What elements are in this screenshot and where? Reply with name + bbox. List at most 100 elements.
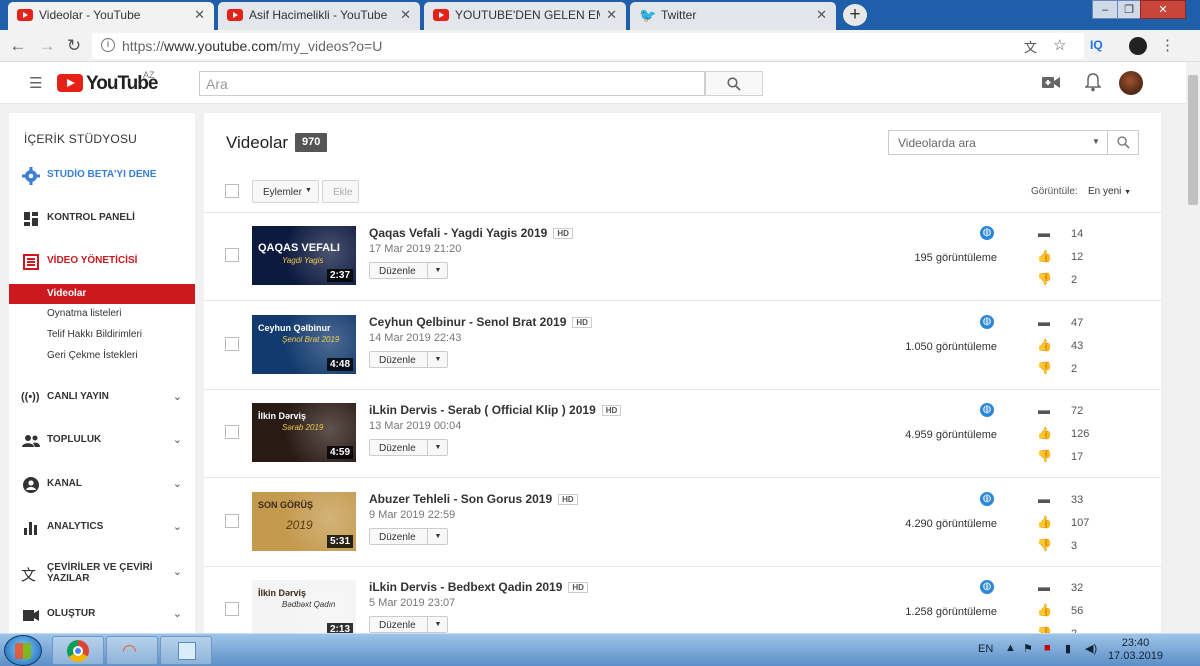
public-globe-icon[interactable]: ◍ bbox=[980, 491, 994, 506]
public-globe-icon[interactable]: ◍ bbox=[980, 226, 994, 240]
row-checkbox[interactable] bbox=[225, 425, 239, 439]
sidebar-sub-copyright[interactable]: Telif Hakkı Bildirimleri bbox=[9, 325, 195, 345]
tab-asif[interactable]: Asif Hacimelikli - YouTube ✕ bbox=[218, 2, 420, 30]
row-checkbox[interactable] bbox=[225, 602, 239, 616]
sidebar-sub-videolar[interactable]: Videolar bbox=[9, 284, 195, 304]
add-button[interactable]: Ekle bbox=[322, 180, 359, 203]
like-icon: 👍 bbox=[1037, 514, 1052, 529]
reload-icon[interactable]: ↻ bbox=[63, 36, 85, 56]
search-input[interactable]: Ara bbox=[199, 71, 705, 96]
sidebar-item-studio-beta[interactable]: STUDİO BETA'YI DENE bbox=[9, 164, 195, 188]
close-icon[interactable]: ✕ bbox=[194, 7, 205, 23]
start-button[interactable] bbox=[4, 635, 42, 666]
sort-dropdown[interactable]: En yeni ▼ bbox=[1088, 186, 1131, 197]
taskbar-app-3[interactable] bbox=[160, 636, 212, 665]
sidebar-sub-retractions[interactable]: Geri Çekme İstekleri bbox=[9, 346, 195, 366]
sidebar-item-video-manager[interactable]: VİDEO YÖNETİCİSİ bbox=[9, 250, 195, 274]
video-title[interactable]: Ceyhun Qelbinur - Senol Brat 2019 HD bbox=[369, 315, 592, 329]
search-icon[interactable] bbox=[1117, 136, 1130, 149]
video-title[interactable]: iLkin Dervis - Bedbext Qadin 2019 HD bbox=[369, 580, 588, 594]
action-center-flag-icon[interactable]: ⚑ bbox=[1023, 642, 1033, 655]
tray-app-icon[interactable]: ■ bbox=[1044, 642, 1051, 654]
system-clock[interactable]: 23:40 17.03.2019 bbox=[1108, 637, 1163, 663]
keyboard-language[interactable]: EN bbox=[978, 643, 993, 655]
sidebar-item-analytics[interactable]: ANALYTICS ⌄ bbox=[9, 516, 195, 540]
sidebar-item-live[interactable]: ((•)) CANLI YAYIN ⌄ bbox=[9, 386, 195, 410]
upload-camera-icon[interactable] bbox=[1042, 76, 1060, 89]
sidebar-item-create[interactable]: OLUŞTUR ⌄ bbox=[9, 603, 195, 627]
studio-sidebar: İÇERİK STÜDYOSU STUDİO BETA'YI DENE KONT… bbox=[9, 113, 195, 633]
sidebar-item-community[interactable]: TOPLULUK ⌄ bbox=[9, 429, 195, 453]
edit-button[interactable]: Düzenle ▼ bbox=[369, 439, 448, 456]
row-checkbox[interactable] bbox=[225, 513, 239, 528]
video-thumbnail[interactable]: Ceyhun Qəlbinur Şenol Brat 2019 4:48 bbox=[252, 314, 356, 374]
menu-dots-icon[interactable]: ⋮ bbox=[1160, 36, 1175, 54]
dropdown-arrow-icon[interactable]: ▼ bbox=[1092, 137, 1100, 146]
comment-count: 14 bbox=[1071, 228, 1084, 240]
iq-extension-icon[interactable]: IQ bbox=[1090, 38, 1103, 52]
video-thumbnail[interactable]: SON GÖRÜŞ 2019 5:31 bbox=[252, 491, 356, 551]
edit-button[interactable]: Düzenle ▼ bbox=[369, 262, 448, 279]
video-thumbnail[interactable]: İlkin Dərviş Sərab 2019 4:59 bbox=[252, 403, 356, 462]
row-checkbox[interactable] bbox=[225, 248, 239, 262]
scrollbar-thumb[interactable] bbox=[1188, 75, 1198, 205]
volume-icon[interactable]: ◀) bbox=[1085, 642, 1097, 655]
public-globe-icon[interactable]: ◍ bbox=[980, 580, 994, 594]
translate-page-icon[interactable]: 文 bbox=[1024, 37, 1037, 56]
video-title[interactable]: Qaqas Vefali - Yagdi Yagis 2019 HD bbox=[369, 226, 573, 240]
minimize-button[interactable]: – bbox=[1092, 0, 1118, 19]
chevron-down-icon[interactable]: ▼ bbox=[427, 440, 448, 455]
chevron-down-icon[interactable]: ▼ bbox=[427, 617, 448, 632]
hamburger-menu-icon[interactable]: ☰ bbox=[29, 74, 42, 92]
sidebar-item-dashboard[interactable]: KONTROL PANELİ bbox=[9, 207, 195, 231]
tray-expand-icon[interactable]: ▲ bbox=[1005, 642, 1016, 654]
search-button[interactable] bbox=[705, 71, 763, 96]
sidebar-item-channel[interactable]: KANAL ⌄ bbox=[9, 473, 195, 497]
like-count: 43 bbox=[1071, 339, 1084, 352]
select-all-checkbox[interactable] bbox=[225, 184, 239, 198]
video-thumbnail[interactable]: QAQAS VEFALI Yagdi Yagis 2:37 bbox=[252, 226, 356, 285]
sidebar-item-translations[interactable]: 文 ÇEVİRİLER VE ÇEVİRİ YAZILAR ⌄ bbox=[9, 559, 195, 589]
youtube-logo-icon[interactable] bbox=[57, 74, 83, 92]
taskbar-chrome[interactable] bbox=[52, 636, 104, 665]
address-bar[interactable]: i https://www.youtube.com/my_videos?o=U … bbox=[92, 33, 1084, 59]
row-checkbox[interactable] bbox=[225, 336, 239, 351]
tab-twitter[interactable]: 🐦 Twitter ✕ bbox=[630, 2, 836, 30]
chevron-down-icon[interactable]: ▼ bbox=[427, 528, 448, 544]
bookmark-star-icon[interactable]: ☆ bbox=[1053, 36, 1066, 54]
edit-button[interactable]: Düzenle ▼ bbox=[369, 527, 448, 545]
close-icon[interactable]: ✕ bbox=[816, 7, 827, 23]
account-avatar[interactable] bbox=[1119, 71, 1143, 95]
network-icon[interactable]: ▮ bbox=[1065, 642, 1071, 655]
like-count: 56 bbox=[1071, 605, 1084, 617]
close-icon[interactable]: ✕ bbox=[400, 7, 411, 23]
taskbar-app-2[interactable]: ◠ bbox=[106, 636, 158, 665]
back-icon[interactable]: ← bbox=[7, 36, 29, 56]
close-window-button[interactable]: ✕ bbox=[1140, 0, 1186, 19]
search-icon bbox=[727, 77, 741, 91]
public-globe-icon[interactable]: ◍ bbox=[980, 403, 994, 417]
video-title[interactable]: Abuzer Tehleli - Son Gorus 2019 HD bbox=[369, 492, 578, 506]
public-globe-icon[interactable]: ◍ bbox=[980, 314, 994, 329]
forward-icon[interactable]: → bbox=[36, 36, 58, 56]
notifications-bell-icon[interactable] bbox=[1085, 73, 1101, 92]
sidebar-item-label: ÇEVİRİLER VE ÇEVİRİ YAZILAR bbox=[47, 562, 153, 584]
tab-youtube-email[interactable]: YOUTUBE'DEN GELEN EMAİL? 40 ✕ bbox=[424, 2, 626, 30]
edit-button[interactable]: Düzenle ▼ bbox=[369, 616, 448, 633]
comment-icon: ▬ bbox=[1038, 226, 1050, 240]
chevron-down-icon[interactable]: ▼ bbox=[427, 351, 448, 367]
close-icon[interactable]: ✕ bbox=[606, 7, 617, 23]
maximize-button[interactable]: ❐ bbox=[1117, 0, 1141, 19]
video-thumbnail[interactable]: İlkin Dərviş Bədbəxt Qadın 2:13 bbox=[252, 580, 356, 639]
new-tab-button[interactable]: + bbox=[843, 4, 867, 26]
info-icon[interactable]: i bbox=[101, 38, 115, 52]
video-search-input[interactable]: Videolarda ara ▼ bbox=[888, 130, 1139, 155]
sidebar-sub-playlists[interactable]: Oynatma listeleri bbox=[9, 304, 195, 324]
actions-button[interactable]: Eylemler ▼ bbox=[252, 180, 319, 203]
edit-button[interactable]: Düzenle ▼ bbox=[369, 350, 448, 368]
video-title[interactable]: iLkin Dervis - Serab ( Official Klip ) 2… bbox=[369, 403, 622, 417]
profile-avatar[interactable] bbox=[1129, 37, 1147, 55]
video-manager-icon bbox=[23, 254, 39, 270]
chevron-down-icon[interactable]: ▼ bbox=[427, 263, 448, 278]
tab-videolar[interactable]: Videolar - YouTube ✕ bbox=[8, 2, 214, 31]
